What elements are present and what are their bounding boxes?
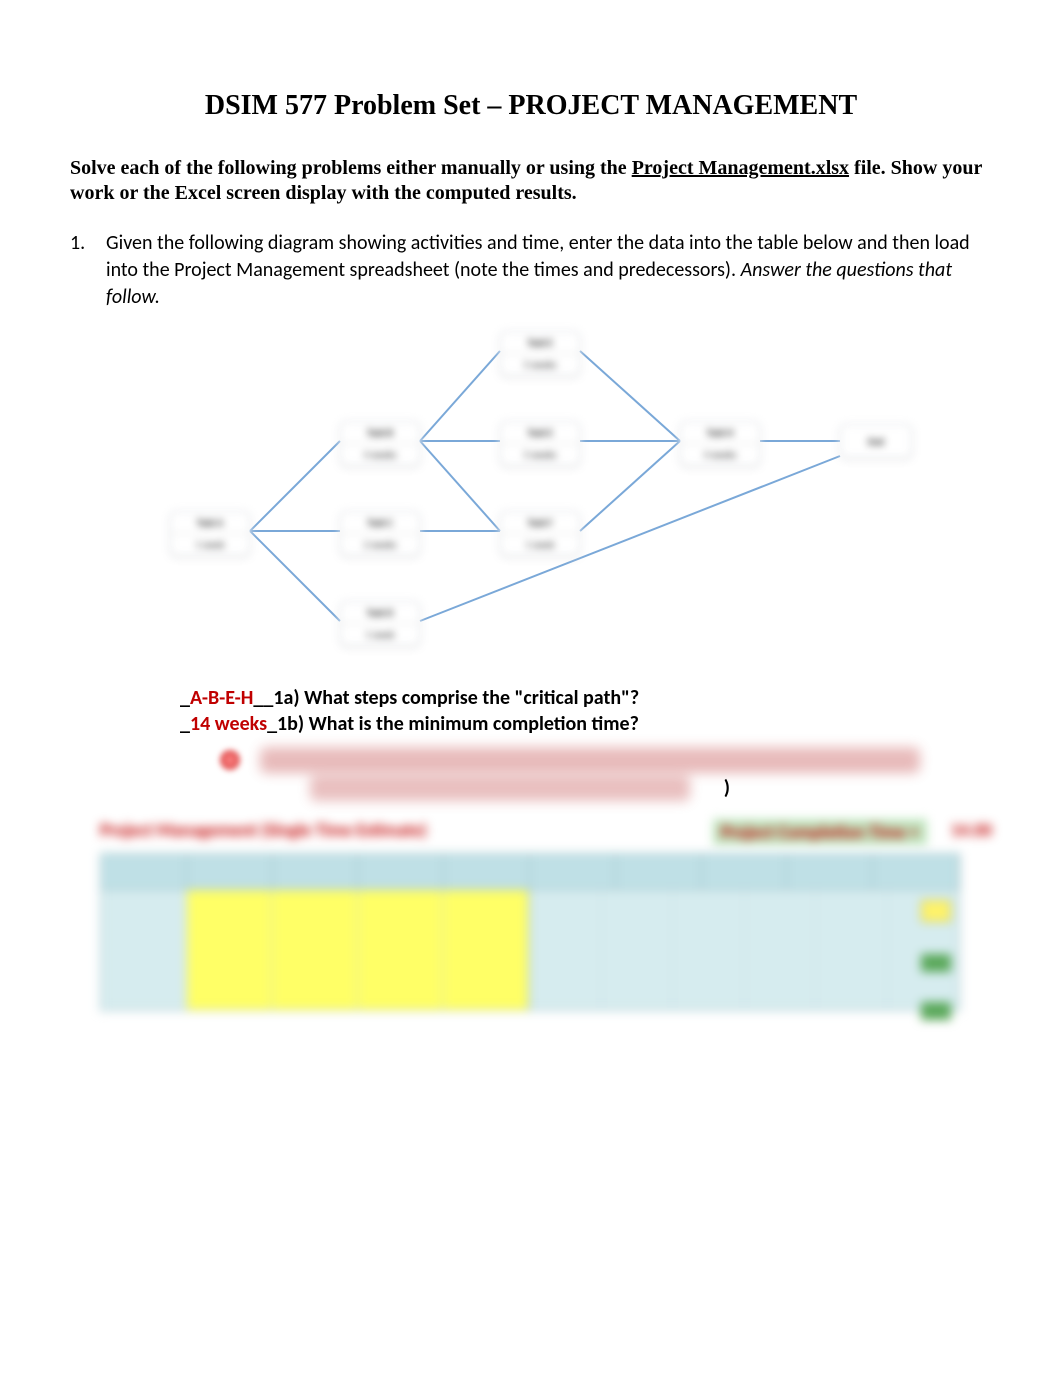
node-b-label: Task B (341, 422, 419, 444)
ans-b-question: What is the minimum completion time? (304, 712, 639, 736)
sheet-left-panel (101, 890, 530, 1010)
node-c-duration: 2 weeks (341, 534, 419, 555)
sheet-body (101, 890, 959, 1010)
intro-link-text: Project Management.xlsx (632, 157, 849, 179)
node-d: Task D 1 week (340, 601, 420, 646)
node-h-label: Task H (681, 422, 759, 444)
node-d-label: Task D (341, 602, 419, 624)
ans-a-question: What steps comprise the "critical path"? (300, 686, 640, 710)
sheet-right-value: 14.00 (951, 819, 992, 845)
node-f-duration: 1 week (501, 534, 579, 555)
node-b: Task B 4 weeks (340, 421, 420, 466)
node-a-duration: 1 week (171, 534, 249, 555)
node-a: Task A 1 week (170, 511, 250, 556)
ans-b-suffix: _1b) (267, 712, 304, 736)
blurred-text (260, 747, 920, 773)
node-e-top: Task E 5 weeks (500, 331, 580, 376)
node-c: Task C 2 weeks (340, 511, 420, 556)
network-diagram: Task A 1 week Task B 4 weeks Task C 2 we… (120, 321, 940, 671)
page-title: DSIM 577 Problem Set – PROJECT MANAGEMEN… (70, 90, 992, 122)
node-end-label: End (868, 435, 884, 448)
node-top-duration: 5 weeks (501, 354, 579, 375)
sheet-right-panel (530, 890, 959, 1010)
closing-paren: ) (724, 776, 730, 800)
intro-pre: Solve each of the following problems eit… (70, 157, 632, 179)
sheet-left-title: Project Management (Single Time Estimate… (100, 819, 427, 845)
node-e: Task E 5 weeks (500, 421, 580, 466)
answer-1a: _A-B-E-H__1a) What steps comprise the "c… (180, 685, 992, 711)
node-a-label: Task A (171, 512, 249, 534)
sheet-right-title: Project Completion Time = (713, 819, 927, 845)
node-end: End (840, 424, 912, 458)
question-body: Given the following diagram showing acti… (106, 230, 992, 311)
blurred-dot-icon (220, 750, 240, 770)
ans-b-prefix: _ (180, 712, 190, 736)
question-number: 1. (70, 230, 106, 311)
ans-a-value: A-B-E-H (190, 686, 253, 710)
blurred-text-line-1 (220, 747, 920, 773)
green-badge (921, 954, 951, 972)
ans-a-suffix: __1a) (253, 686, 299, 710)
node-h-duration: 4 weeks (681, 444, 759, 465)
node-c-label: Task C (341, 512, 419, 534)
sheet-header-row (101, 854, 959, 890)
node-f-label: Task F (501, 512, 579, 534)
yellow-badge (921, 900, 951, 922)
spreadsheet-preview (100, 853, 960, 1011)
spreadsheet-header: Project Management (Single Time Estimate… (100, 819, 992, 845)
blurred-text (310, 775, 690, 801)
node-f: Task F 1 week (500, 511, 580, 556)
ans-b-value: 14 weeks (190, 712, 267, 736)
answer-1b: _14 weeks_1b) What is the minimum comple… (180, 711, 992, 737)
node-top-label: Task E (501, 332, 579, 354)
ans-a-prefix: _ (180, 686, 190, 710)
node-d-duration: 1 week (341, 624, 419, 645)
node-e-duration: 5 weeks (501, 444, 579, 465)
node-b-duration: 4 weeks (341, 444, 419, 465)
question-1: 1. Given the following diagram showing a… (70, 230, 992, 311)
blurred-text-line-2: ) (310, 775, 730, 801)
node-e-label: Task E (501, 422, 579, 444)
answers-block: _A-B-E-H__1a) What steps comprise the "c… (180, 685, 992, 737)
intro-paragraph: Solve each of the following problems eit… (70, 156, 992, 206)
node-h: Task H 4 weeks (680, 421, 760, 466)
green-badge (921, 1002, 951, 1020)
